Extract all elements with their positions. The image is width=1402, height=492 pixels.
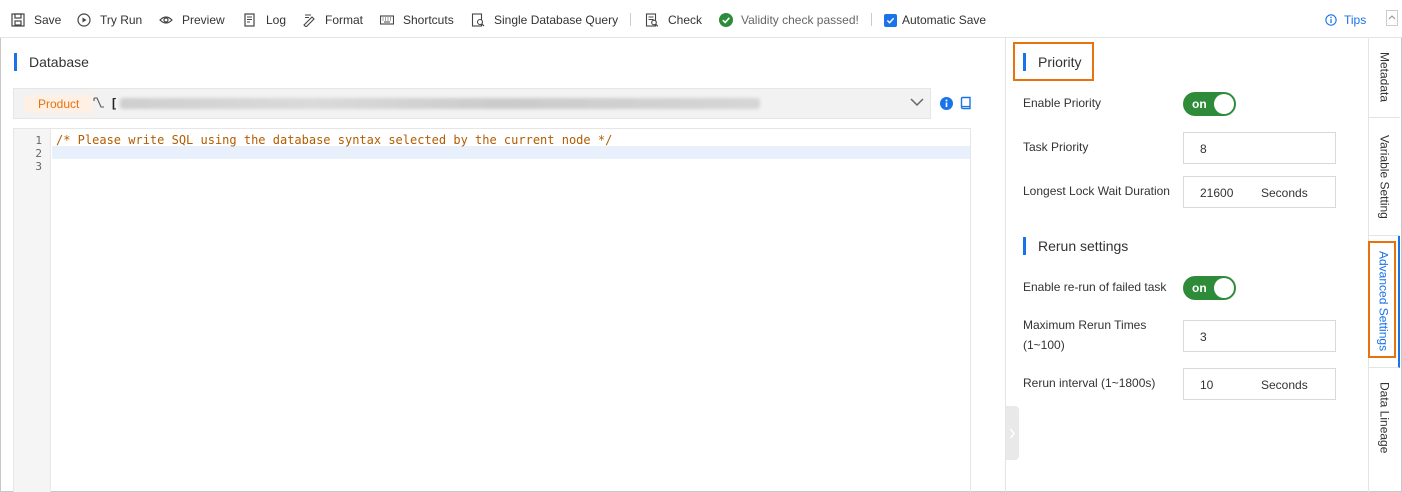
rerun-interval-value: 10 — [1200, 378, 1214, 392]
save-icon — [11, 13, 25, 27]
log-label: Log — [266, 13, 287, 27]
max-rerun-range: (1~100) — [1023, 338, 1065, 352]
single-database-query-button[interactable]: Single Database Query — [471, 11, 618, 29]
info-icon — [1325, 14, 1337, 26]
tips-label: Tips — [1344, 13, 1367, 27]
single-database-query-label: Single Database Query — [494, 13, 619, 27]
query-icon — [471, 13, 485, 27]
info-icon[interactable] — [940, 97, 953, 110]
tab-metadata-label: Metadata — [1377, 52, 1392, 103]
toggle-state: on — [1192, 281, 1207, 295]
line-number: 3 — [35, 160, 42, 173]
code-line[interactable]: /* Please write SQL using the database s… — [56, 133, 612, 147]
format-label: Format — [325, 13, 364, 27]
tab-data-lineage[interactable]: Data Lineage — [1369, 368, 1400, 468]
sql-editor[interactable]: 1 2 3 /* Please write SQL using the data… — [13, 128, 971, 492]
rerun-section-title: Rerun settings — [1023, 237, 1128, 255]
play-icon — [77, 13, 91, 27]
validity-status: Validity check passed! — [719, 11, 859, 29]
collapse-panel-handle[interactable] — [1006, 406, 1019, 460]
log-button[interactable]: Log — [243, 11, 286, 29]
enable-rerun-toggle[interactable]: on — [1183, 276, 1236, 300]
save-button[interactable]: Save — [11, 11, 61, 29]
active-line-highlight — [52, 146, 970, 159]
checkbox-checked-icon — [884, 13, 897, 27]
lock-wait-unit: Seconds — [1261, 186, 1308, 200]
task-priority-input[interactable]: 8 — [1183, 132, 1336, 164]
enable-rerun-label: Enable re-run of failed task — [1023, 280, 1167, 294]
preview-label: Preview — [182, 13, 225, 27]
tab-variable-setting-label: Variable Setting — [1377, 134, 1392, 219]
try-run-label: Try Run — [100, 13, 143, 27]
shortcuts-button[interactable]: Shortcuts — [380, 11, 454, 29]
line-number: 2 — [35, 147, 42, 160]
toolbar-divider — [630, 13, 631, 26]
rerun-interval-unit: Seconds — [1261, 378, 1308, 392]
eye-icon — [159, 16, 173, 24]
enable-priority-toggle[interactable]: on — [1183, 92, 1236, 116]
task-priority-value: 8 — [1200, 142, 1207, 156]
tips-link[interactable]: Tips — [1325, 11, 1366, 29]
automatic-save-checkbox[interactable]: Automatic Save — [884, 11, 986, 29]
log-icon — [244, 13, 255, 27]
toggle-knob — [1214, 278, 1234, 298]
toggle-state: on — [1192, 97, 1207, 111]
format-button[interactable]: Format — [302, 11, 363, 29]
check-button[interactable]: Check — [645, 11, 702, 29]
database-section-title: Database — [14, 53, 89, 71]
max-rerun-label: Maximum Rerun Times — [1023, 318, 1147, 332]
book-icon[interactable] — [960, 96, 972, 110]
datasource-type-tag: Product — [24, 95, 94, 113]
check-label: Check — [668, 13, 703, 27]
save-label: Save — [34, 13, 62, 27]
automatic-save-label: Automatic Save — [902, 13, 987, 27]
chevron-right-icon — [1009, 428, 1016, 438]
max-rerun-value: 3 — [1200, 330, 1207, 344]
format-icon — [303, 14, 315, 27]
success-check-icon — [719, 13, 733, 27]
lock-wait-label: Longest Lock Wait Duration — [1023, 184, 1170, 198]
tab-metadata[interactable]: Metadata — [1369, 38, 1400, 118]
lock-wait-value: 21600 — [1200, 186, 1234, 200]
toolbar-divider — [871, 13, 872, 26]
max-rerun-input[interactable]: 3 — [1183, 320, 1336, 352]
keyboard-icon — [380, 15, 394, 25]
task-priority-label: Task Priority — [1023, 140, 1089, 154]
tab-data-lineage-label: Data Lineage — [1377, 382, 1392, 454]
preview-button[interactable]: Preview — [159, 11, 225, 29]
datasource-value: [ — [112, 96, 116, 110]
try-run-button[interactable]: Try Run — [77, 11, 142, 29]
line-number-gutter: 1 2 3 — [14, 129, 51, 492]
line-number: 1 — [35, 134, 42, 147]
datasource-icon — [93, 97, 104, 108]
tab-variable-setting[interactable]: Variable Setting — [1369, 118, 1400, 236]
priority-section-title: Priority — [1023, 53, 1082, 71]
advanced-settings-highlight-box — [1368, 241, 1396, 358]
rerun-interval-label: Rerun interval (1~1800s) — [1023, 376, 1156, 390]
shortcuts-label: Shortcuts — [403, 13, 454, 27]
datasource-value-redacted — [120, 98, 760, 109]
scroll-up-icon[interactable] — [1386, 10, 1398, 26]
rerun-interval-input[interactable]: 10 Seconds — [1183, 368, 1336, 400]
lock-wait-input[interactable]: 21600 Seconds — [1183, 176, 1336, 208]
toolbar: Save Try Run Preview Log Format Shortcut… — [0, 0, 1402, 38]
enable-priority-label: Enable Priority — [1023, 96, 1102, 110]
check-document-icon — [645, 13, 659, 27]
toggle-knob — [1214, 94, 1234, 114]
validity-text: Validity check passed! — [741, 13, 859, 27]
chevron-down-icon[interactable] — [910, 97, 924, 107]
